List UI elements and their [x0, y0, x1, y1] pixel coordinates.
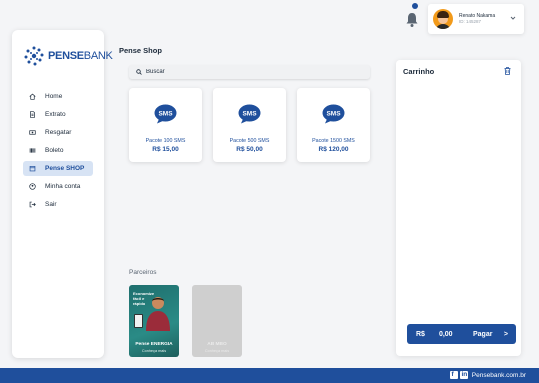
- footer-site-link[interactable]: Pensebank.com.br: [472, 372, 526, 379]
- sidebar-item-label: Sair: [45, 201, 57, 208]
- sidebar-item-label: Pense SHOP: [45, 165, 85, 172]
- sms-badge: SMS: [326, 110, 341, 117]
- sidebar-item-resgatar[interactable]: Resgatar: [23, 125, 93, 140]
- cart-total-bar: R$ 0,00 Pagar >: [407, 324, 516, 344]
- cash-icon: [29, 130, 36, 135]
- partner-card-pense-energia[interactable]: Economize fácil e rápido Pense ENERGIA C…: [129, 285, 179, 357]
- document-icon: [30, 111, 35, 118]
- sidebar-item-label: Boleto: [45, 147, 64, 154]
- sidebar: PENSEBANK Home Extrato Resgatar Boleto P…: [12, 30, 113, 358]
- partner-title: AB MBO: [207, 342, 227, 347]
- sidebar-item-home[interactable]: Home: [23, 89, 93, 104]
- user-id: ID: 145287: [459, 19, 482, 25]
- page-title: Pense Shop: [119, 46, 162, 55]
- sms-bubble-icon: SMS: [322, 104, 345, 124]
- product-card[interactable]: SMS Pacote 100 SMS R$ 15,00: [129, 88, 202, 162]
- partner-card-ab-mbo[interactable]: AB MBO Conheça mais: [192, 285, 242, 357]
- cart-title: Carrinho: [403, 67, 435, 76]
- cart-total: 0,00: [438, 330, 453, 338]
- logo-text: PENSEBANK: [48, 50, 113, 62]
- search-bar[interactable]: [129, 65, 370, 79]
- pay-button-label: Pagar: [473, 330, 493, 338]
- trash-icon[interactable]: [504, 67, 511, 75]
- search-input[interactable]: [146, 69, 346, 75]
- sms-bubble-icon: SMS: [238, 104, 261, 124]
- sms-badge: SMS: [158, 110, 173, 117]
- product-name: Pacote 100 SMS: [145, 138, 186, 144]
- product-name: Pacote 1500 SMS: [312, 138, 355, 144]
- partner-title: Pense ENERGIA: [135, 342, 173, 347]
- logout-icon: [29, 201, 36, 208]
- sidebar-item-label: Minha conta: [45, 183, 81, 190]
- home-icon: [29, 93, 36, 100]
- logo-text-rest: BANK: [83, 50, 113, 62]
- partners-title: Parceiros: [129, 269, 157, 276]
- pay-button[interactable]: Pagar >: [471, 324, 516, 344]
- sidebar-item-minha-conta[interactable]: Minha conta: [23, 179, 93, 194]
- product-price: R$ 120,00: [318, 146, 349, 153]
- phone-image: [134, 314, 143, 328]
- facebook-icon[interactable]: f: [450, 371, 458, 379]
- footer: f in Pensebank.com.br: [0, 368, 539, 383]
- cart-panel: Carrinho R$ 0,00 Pagar >: [396, 60, 521, 356]
- product-card[interactable]: SMS Pacote 1500 SMS R$ 120,00: [297, 88, 370, 162]
- bell-icon[interactable]: [404, 9, 420, 29]
- cart-currency: R$: [416, 330, 425, 338]
- sidebar-item-label: Extrato: [45, 111, 66, 118]
- chevron-down-icon[interactable]: [510, 15, 516, 21]
- logo-mark-icon: [24, 46, 44, 66]
- sidebar-item-boleto[interactable]: Boleto: [23, 143, 93, 158]
- pensebank-logo[interactable]: PENSEBANK: [23, 45, 113, 67]
- sms-bubble-icon: SMS: [154, 104, 177, 124]
- person-image: [146, 297, 170, 331]
- sidebar-item-pense-shop[interactable]: Pense SHOP: [23, 161, 93, 176]
- logo-text-bold: PENSE: [48, 50, 84, 62]
- product-price: R$ 50,00: [236, 146, 263, 153]
- linkedin-icon[interactable]: in: [460, 371, 468, 379]
- sidebar-item-label: Resgatar: [45, 129, 72, 136]
- sidebar-item-sair[interactable]: Sair: [23, 197, 93, 212]
- user-menu[interactable]: Renato Nakama ID: 145287: [428, 4, 524, 34]
- sidebar-nav: Home Extrato Resgatar Boleto Pense SHOP …: [23, 89, 93, 215]
- product-name: Pacote 500 SMS: [229, 138, 270, 144]
- product-card[interactable]: SMS Pacote 500 SMS R$ 50,00: [213, 88, 286, 162]
- avatar: [433, 9, 453, 29]
- sidebar-item-label: Home: [45, 93, 63, 100]
- barcode-icon: [29, 148, 36, 153]
- sms-badge: SMS: [242, 110, 257, 117]
- partner-subtitle: Conheça mais: [141, 349, 167, 353]
- arrow-right-icon: >: [503, 330, 508, 338]
- calendar-icon: [29, 166, 36, 172]
- sidebar-item-extrato[interactable]: Extrato: [23, 107, 93, 122]
- search-icon: [136, 69, 142, 75]
- partner-subtitle: Conheça mais: [204, 349, 230, 353]
- user-icon: [29, 183, 36, 190]
- product-price: R$ 15,00: [152, 146, 179, 153]
